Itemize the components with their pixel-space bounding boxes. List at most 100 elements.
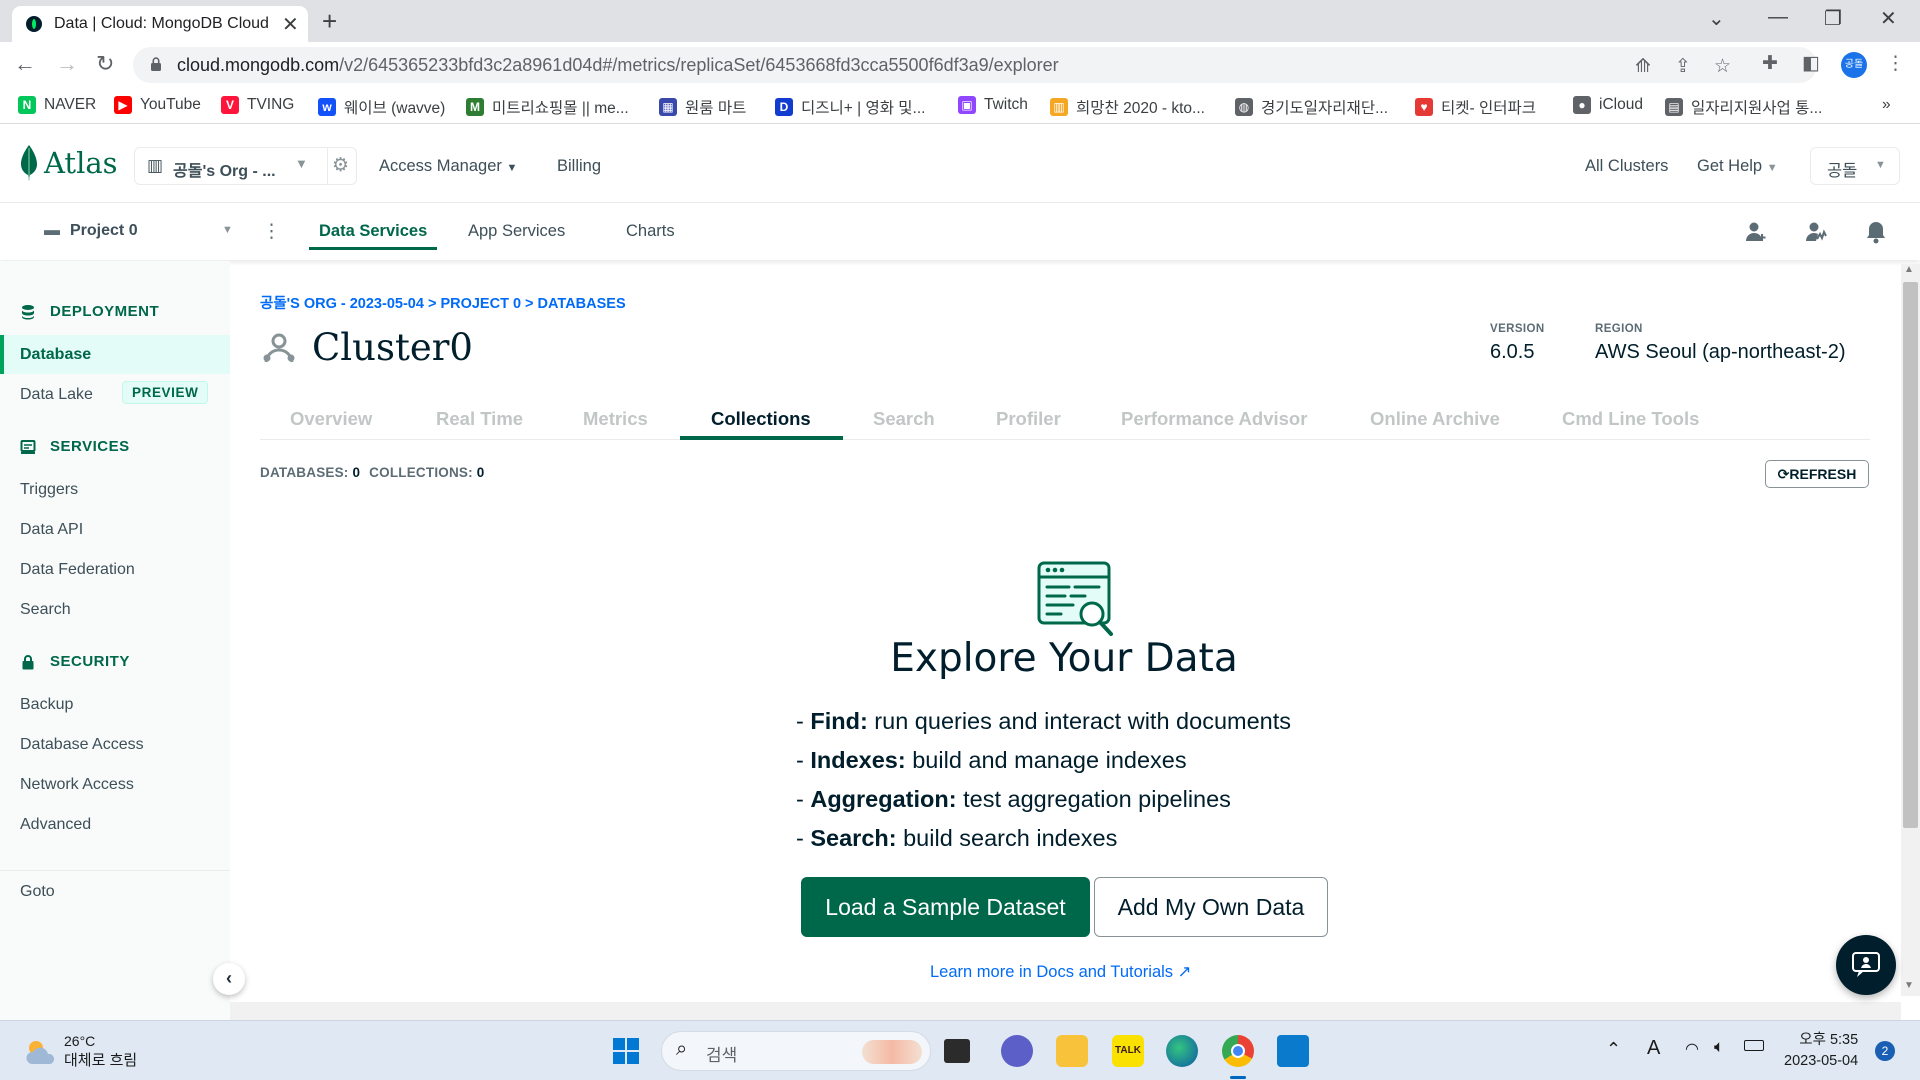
share-icon[interactable]: ⇪ xyxy=(1675,55,1691,78)
invite-user-icon[interactable] xyxy=(1744,220,1768,244)
lock-icon[interactable] xyxy=(150,56,162,72)
gear-icon[interactable]: ⚙ xyxy=(332,154,349,177)
chevron-up-icon[interactable]: ⌃ xyxy=(1606,1039,1621,1060)
sidebar-item-triggers[interactable]: Triggers xyxy=(20,481,78,499)
translate-icon[interactable]: ⟰ xyxy=(1635,55,1651,78)
forward-icon[interactable]: → xyxy=(56,51,78,77)
bookmark-item[interactable]: ▥ 희망찬 2020 - kto... xyxy=(1050,96,1205,118)
profile-avatar[interactable]: 공돌 xyxy=(1841,52,1867,78)
bookmark-item[interactable]: D 디즈니+ | 영화 및... xyxy=(775,96,925,118)
mongodb-leaf-icon xyxy=(26,16,42,32)
wifi-icon[interactable]: ◠ xyxy=(1685,1039,1699,1059)
tab-search[interactable]: Search xyxy=(873,408,935,430)
task-view-icon[interactable] xyxy=(944,1039,970,1063)
caret-down-icon[interactable]: ▼ xyxy=(222,224,233,236)
close-window-button[interactable]: ✕ xyxy=(1880,6,1897,31)
access-manager-menu[interactable]: Access Manager ▼ xyxy=(379,157,517,176)
chrome-menu-icon[interactable]: ⋮ xyxy=(1886,52,1905,75)
more-vertical-icon[interactable]: ⋮ xyxy=(262,220,281,243)
sidebar-item-database-access[interactable]: Database Access xyxy=(20,736,144,754)
scrollbar-thumb[interactable] xyxy=(1903,282,1918,828)
new-tab-button[interactable]: + xyxy=(322,6,337,37)
bookmark-item[interactable]: ● iCloud xyxy=(1573,96,1643,114)
battery-icon[interactable] xyxy=(1744,1040,1764,1051)
refresh-button[interactable]: ⟳REFRESH xyxy=(1765,460,1869,488)
sidebar-item-network-access[interactable]: Network Access xyxy=(20,776,134,794)
load-sample-dataset-button[interactable]: Load a Sample Dataset xyxy=(801,877,1090,937)
browser-tab[interactable]: Data | Cloud: MongoDB Cloud ✕ xyxy=(12,6,308,42)
tab-charts[interactable]: Charts xyxy=(626,222,675,241)
tab-data-services[interactable]: Data Services xyxy=(319,222,427,241)
bookmark-item[interactable]: N NAVER xyxy=(18,96,96,114)
close-tab-icon[interactable]: ✕ xyxy=(282,12,299,37)
sidebar-item-goto[interactable]: Goto xyxy=(20,883,55,901)
sidebar-item-data-lake[interactable]: Data Lake xyxy=(20,386,93,404)
bookmark-item[interactable]: w 웨이브 (wavve) xyxy=(318,96,445,118)
tab-overview[interactable]: Overview xyxy=(290,408,372,430)
project-selector[interactable]: ▬ Project 0 xyxy=(44,222,138,240)
tab-app-services[interactable]: App Services xyxy=(468,222,565,241)
twitch-icon: ▣ xyxy=(958,96,976,114)
bookmarks-overflow-button[interactable]: » xyxy=(1882,96,1891,114)
tab-online-archive[interactable]: Online Archive xyxy=(1370,408,1500,430)
chrome-icon[interactable] xyxy=(1222,1035,1254,1067)
bookmark-item[interactable]: ♥ 티켓- 인터파크 xyxy=(1415,96,1536,118)
bookmark-item[interactable]: V TVING xyxy=(221,96,294,114)
bookmark-item[interactable]: ▣ Twitch xyxy=(958,96,1028,114)
weather-widget[interactable]: 26°C 대체로 흐림 xyxy=(24,1033,137,1070)
learn-more-link[interactable]: Learn more in Docs and Tutorials ↗ xyxy=(930,962,1191,982)
bookmark-item[interactable]: ▶ YouTube xyxy=(114,96,201,114)
tab-performance-advisor[interactable]: Performance Advisor xyxy=(1121,408,1307,430)
tab-search-icon[interactable]: ⌄ xyxy=(1708,6,1725,31)
back-icon[interactable]: ← xyxy=(14,51,36,77)
vscode-icon[interactable] xyxy=(1277,1035,1309,1067)
volume-icon[interactable]: 🔈︎ xyxy=(1714,1037,1724,1057)
sidebar-item-backup[interactable]: Backup xyxy=(20,696,73,714)
tab-collections[interactable]: Collections xyxy=(711,408,811,430)
atlas-logo[interactable]: Atlas xyxy=(20,145,118,181)
sidebar-item-advanced[interactable]: Advanced xyxy=(20,816,91,834)
tab-cmd-line-tools[interactable]: Cmd Line Tools xyxy=(1562,408,1699,430)
teams-chat-icon[interactable] xyxy=(1001,1035,1033,1067)
chat-support-button[interactable] xyxy=(1836,935,1896,995)
sidebar-item-database[interactable]: Database xyxy=(20,346,91,364)
add-my-own-data-button[interactable]: Add My Own Data xyxy=(1094,877,1328,937)
edge-icon[interactable] xyxy=(1166,1035,1198,1067)
sidebar-item-data-api[interactable]: Data API xyxy=(20,521,83,539)
scroll-down-icon[interactable]: ▼ xyxy=(1904,980,1914,991)
taskbar-search[interactable]: ⌕ 검색 xyxy=(661,1031,931,1071)
horizontal-scrollbar[interactable] xyxy=(230,1002,1901,1020)
sidebar-item-data-federation[interactable]: Data Federation xyxy=(20,561,135,579)
kakaotalk-icon[interactable]: TALK xyxy=(1112,1035,1144,1067)
side-panel-icon[interactable]: ◧ xyxy=(1802,52,1820,75)
scroll-up-icon[interactable]: ▲ xyxy=(1904,264,1914,275)
get-help-menu[interactable]: Get Help ▼ xyxy=(1697,157,1778,176)
restore-button[interactable]: ❐ xyxy=(1824,6,1842,31)
breadcrumb[interactable]: 공돌'S ORG - 2023-05-04 > PROJECT 0 > DATA… xyxy=(260,292,626,313)
bell-icon[interactable] xyxy=(1865,220,1887,244)
sidebar-item-search[interactable]: Search xyxy=(20,601,71,619)
address-bar[interactable]: cloud.mongodb.com/v2/645365233bfd3c2a896… xyxy=(133,47,1817,83)
bookmark-item[interactable]: ▦ 원룸 마트 xyxy=(659,96,746,118)
tab-profiler[interactable]: Profiler xyxy=(996,408,1061,430)
user-activity-icon[interactable] xyxy=(1804,220,1828,244)
bookmark-item[interactable]: M 미트리쇼핑몰 || me... xyxy=(466,96,629,118)
tab-metrics[interactable]: Metrics xyxy=(583,408,648,430)
bookmark-item[interactable]: ▤ 일자리지원사업 통... xyxy=(1665,96,1822,118)
bookmark-item[interactable]: ◍ 경기도일자리재단... xyxy=(1235,96,1388,118)
notification-badge[interactable]: 2 xyxy=(1875,1041,1895,1061)
file-explorer-icon[interactable] xyxy=(1056,1035,1088,1067)
org-selector[interactable]: ▥ 공돌's Org - ... ▼ ⚙ xyxy=(134,147,357,185)
collapse-sidebar-button[interactable]: ‹ xyxy=(213,963,245,995)
all-clusters-link[interactable]: All Clusters xyxy=(1585,157,1668,176)
minimize-button[interactable]: — xyxy=(1768,6,1788,29)
user-menu[interactable]: 공돌 ▼ xyxy=(1810,147,1900,185)
bookmark-star-icon[interactable]: ☆ xyxy=(1714,55,1731,78)
tab-real-time[interactable]: Real Time xyxy=(436,408,523,430)
reload-icon[interactable]: ↻ xyxy=(96,51,114,77)
billing-link[interactable]: Billing xyxy=(557,157,601,176)
taskbar-clock[interactable]: 오후 5:35 2023-05-04 xyxy=(1784,1030,1858,1072)
ime-icon[interactable]: A xyxy=(1647,1037,1660,1060)
windows-start-icon[interactable] xyxy=(612,1037,640,1065)
extensions-icon[interactable]: ✚ xyxy=(1762,52,1778,75)
